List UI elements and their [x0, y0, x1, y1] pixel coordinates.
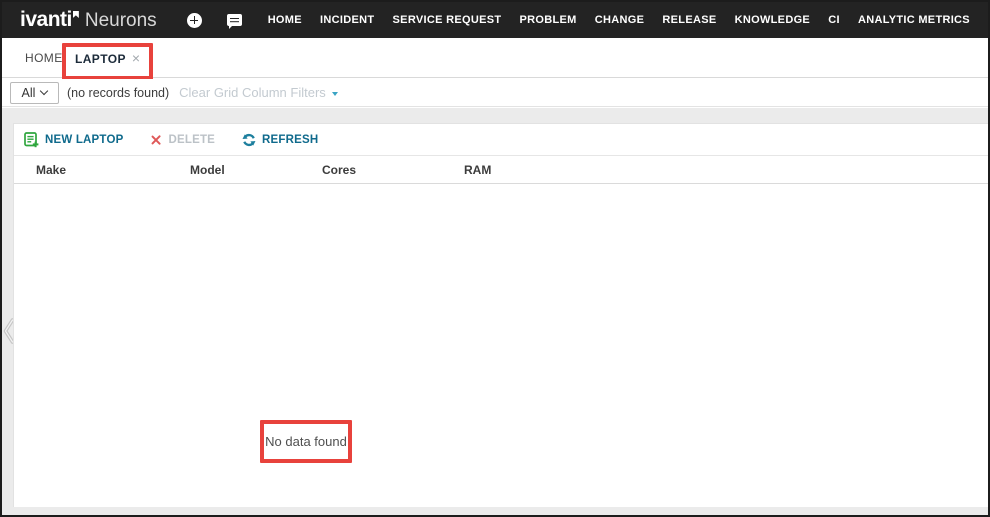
column-header-make[interactable]: Make: [36, 163, 66, 177]
scope-select[interactable]: All: [10, 82, 59, 104]
top-navbar: ivanti Neurons HOME INCIDENT SERVICE REQ…: [2, 2, 988, 38]
document-plus-icon: [24, 132, 39, 148]
nav-item-home[interactable]: HOME: [268, 14, 302, 26]
brand-flag-mark: [73, 11, 79, 18]
delete-x-icon: [150, 134, 162, 146]
clear-grid-column-filters-label: Clear Grid Column Filters: [179, 85, 326, 100]
app-window: ivanti Neurons HOME INCIDENT SERVICE REQ…: [0, 0, 990, 517]
refresh-icon: [242, 133, 256, 147]
chevron-down-icon: [40, 87, 48, 95]
scope-select-value: All: [22, 86, 36, 100]
nav-item-incident[interactable]: INCIDENT: [320, 14, 374, 26]
brand-ivanti-text: ivanti: [20, 8, 72, 32]
tab-home[interactable]: HOME: [25, 51, 63, 65]
nav-item-change[interactable]: CHANGE: [595, 14, 644, 26]
no-data-message: No data found: [265, 434, 347, 449]
delete-label: DELETE: [168, 134, 215, 146]
brand-logo: ivanti Neurons: [20, 8, 157, 32]
refresh-label: REFRESH: [262, 134, 318, 146]
navbar-menu: HOME INCIDENT SERVICE REQUEST PROBLEM CH…: [268, 14, 972, 26]
column-header-ram[interactable]: RAM: [464, 163, 491, 177]
chat-icon[interactable]: [227, 14, 242, 26]
add-icon[interactable]: [187, 13, 202, 28]
clear-grid-column-filters[interactable]: Clear Grid Column Filters: [179, 85, 338, 100]
column-header-model[interactable]: Model: [190, 163, 225, 177]
nav-item-release[interactable]: RELEASE: [662, 14, 716, 26]
column-header-cores[interactable]: Cores: [322, 163, 356, 177]
nav-item-service-request[interactable]: SERVICE REQUEST: [393, 14, 502, 26]
laptop-list-panel: NEW LAPTOP DELETE REFRESH: [13, 123, 988, 507]
nav-item-knowledge[interactable]: KNOWLEDGE: [735, 14, 810, 26]
workspace-tab-bar: HOME LAPTOP×: [2, 38, 988, 78]
brand-product-text: Neurons: [85, 10, 157, 32]
caret-down-icon: [332, 92, 338, 96]
no-data-highlight-annotation: No data found: [260, 420, 352, 463]
new-laptop-label: NEW LAPTOP: [45, 134, 123, 146]
list-toolbar: NEW LAPTOP DELETE REFRESH: [14, 124, 988, 156]
delete-button[interactable]: DELETE: [150, 134, 215, 146]
laptop-tab-highlight-annotation: [62, 43, 153, 80]
records-status: (no records found): [67, 86, 169, 100]
new-laptop-button[interactable]: NEW LAPTOP: [24, 132, 123, 148]
navbar-icons: [187, 13, 242, 28]
work-area: NEW LAPTOP DELETE REFRESH: [2, 108, 988, 515]
nav-item-problem[interactable]: PROBLEM: [520, 14, 577, 26]
nav-item-ci[interactable]: CI: [828, 14, 840, 26]
grid-header-row: Make Model Cores RAM: [14, 156, 988, 184]
nav-item-analytic-metrics[interactable]: ANALYTIC METRICS: [858, 14, 970, 26]
filter-bar: All (no records found) Clear Grid Column…: [2, 79, 988, 107]
refresh-button[interactable]: REFRESH: [242, 133, 318, 147]
